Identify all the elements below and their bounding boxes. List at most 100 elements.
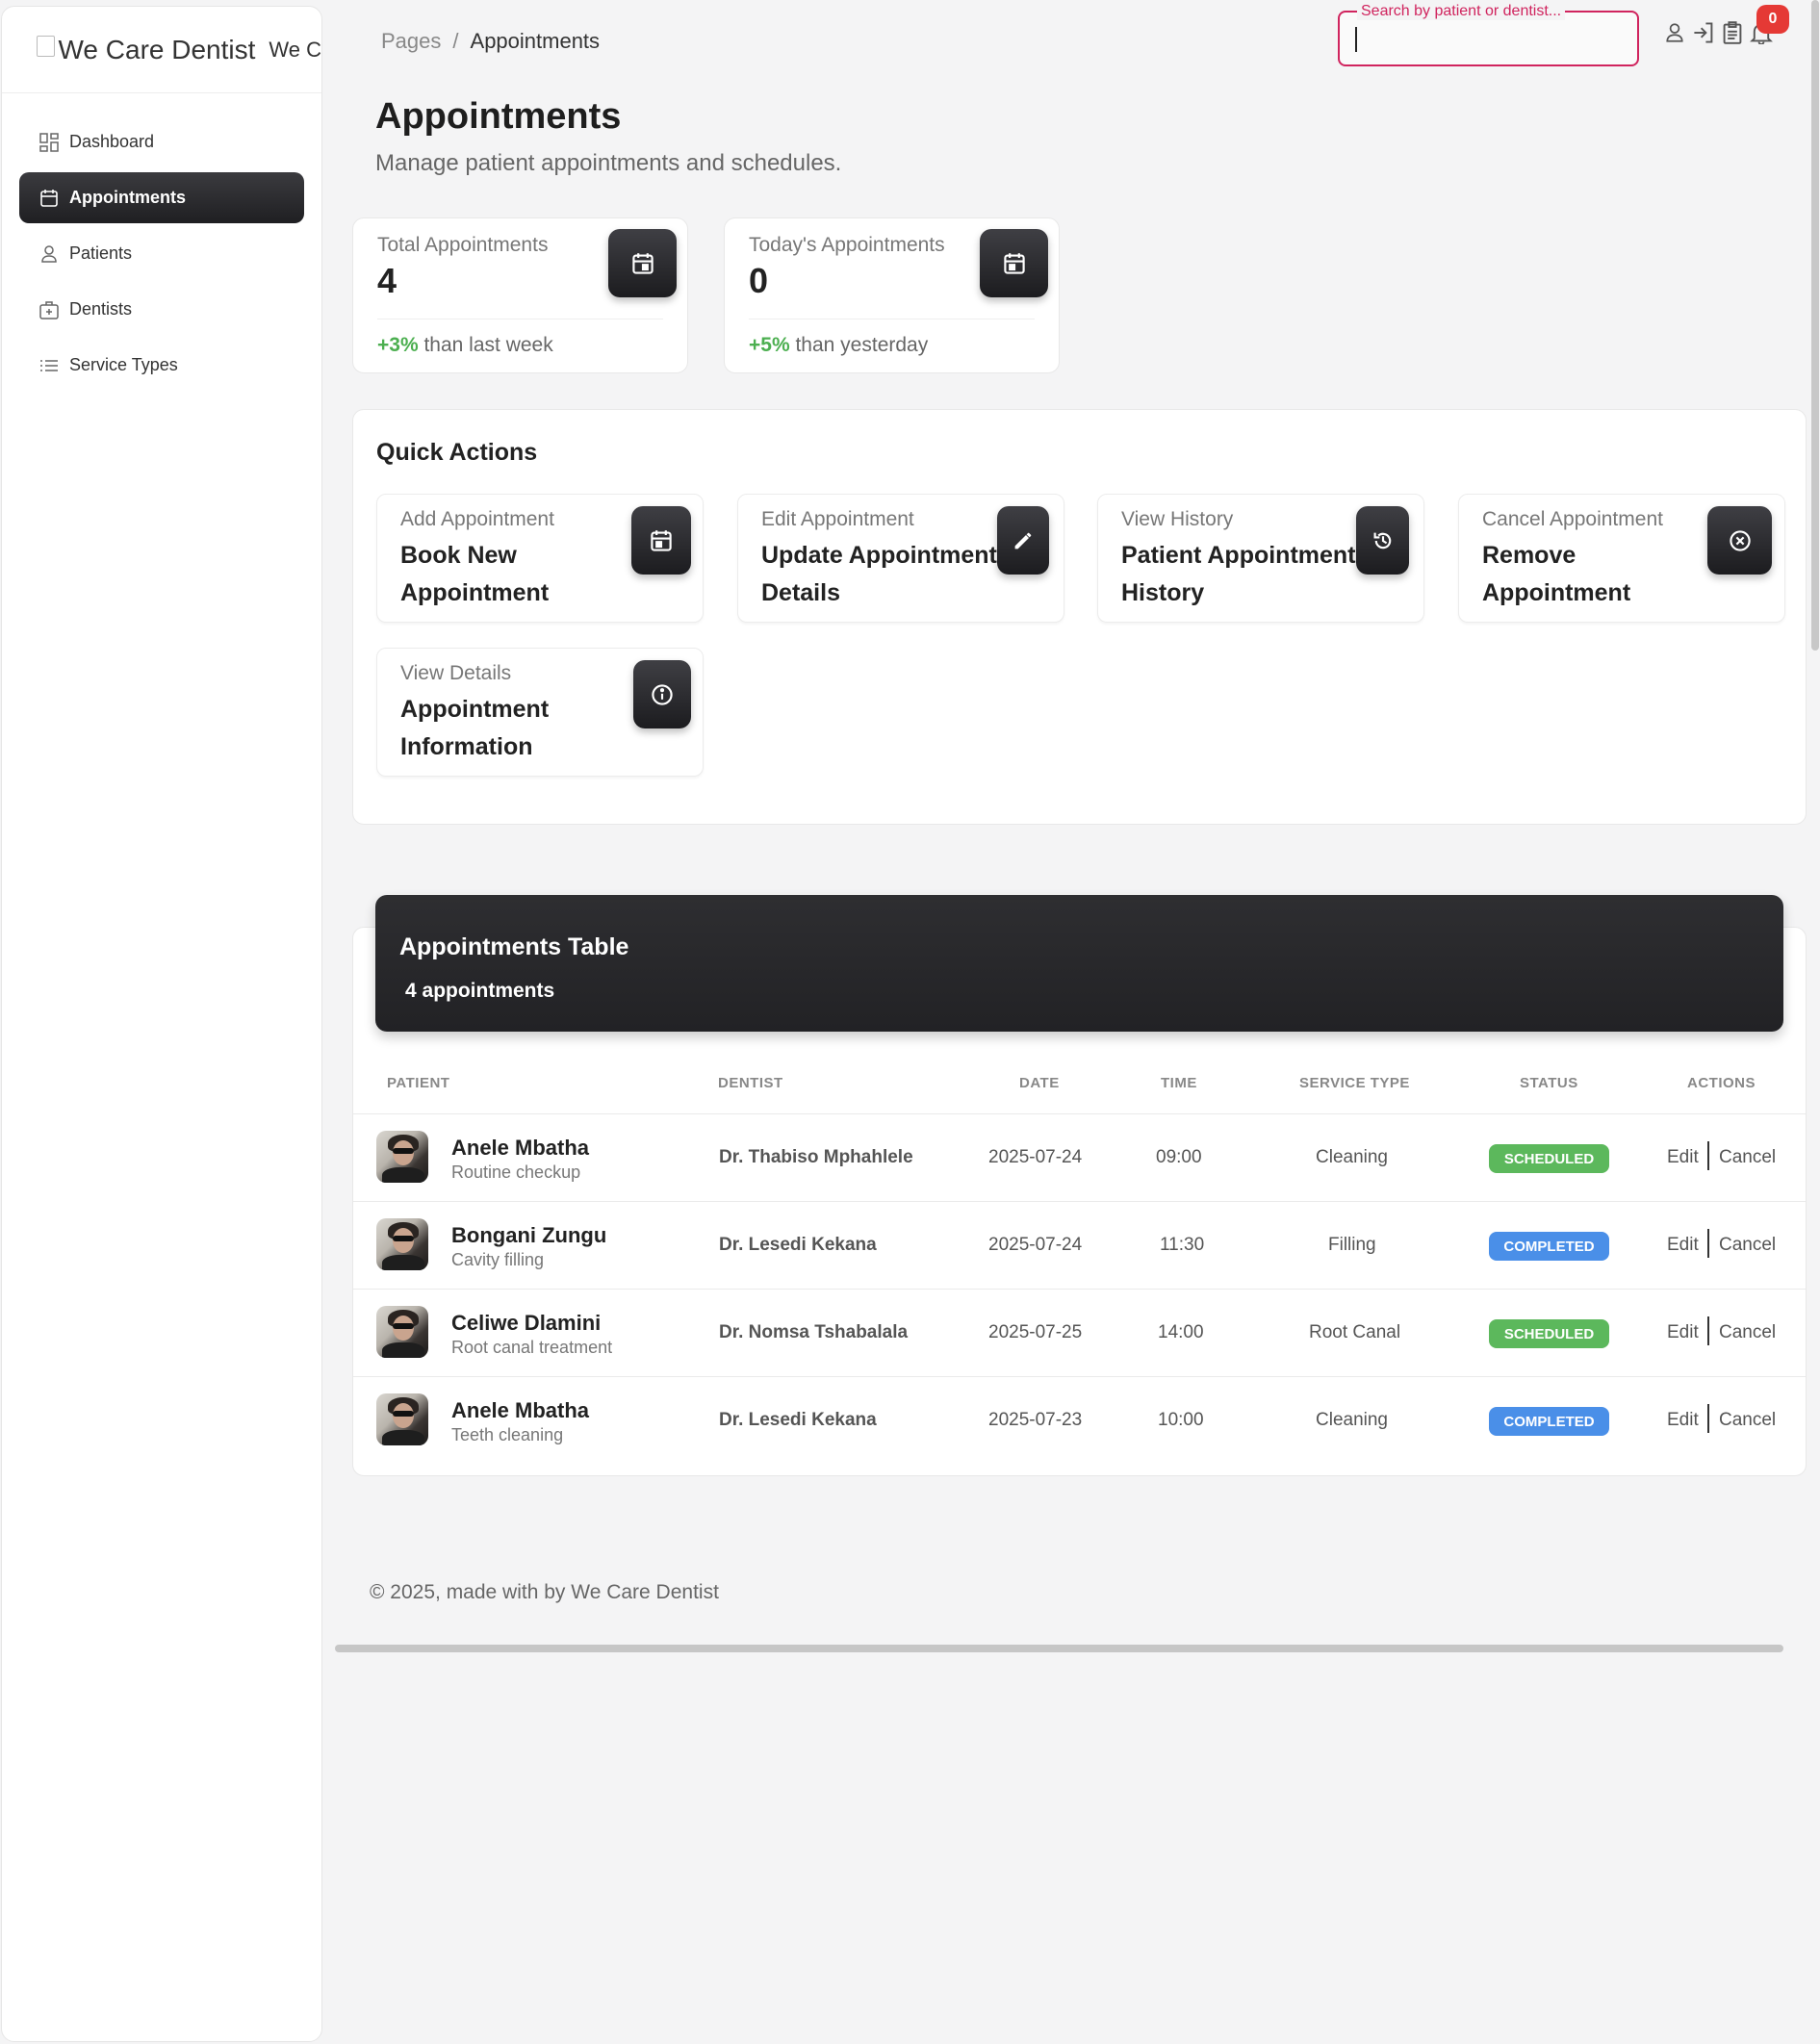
action-separator [1707, 1404, 1709, 1433]
dentist-name: Dr. Lesedi Kekana [719, 1410, 877, 1430]
avatar [376, 1218, 428, 1270]
breadcrumb-root[interactable]: Pages [381, 29, 441, 53]
column-header-time: TIME [1161, 1075, 1197, 1091]
table-header-card: Appointments Table 4 appointments [375, 895, 1783, 1032]
patient-description: Root canal treatment [451, 1338, 613, 1357]
appointment-date: 2025-07-24 [988, 1235, 1083, 1255]
stat-card-total: Total Appointments 4 +3% than last week [352, 217, 688, 373]
table-row: Anele Mbatha Routine checkup Dr. Thabiso… [353, 1114, 1806, 1201]
edit-link[interactable]: Edit [1667, 1322, 1699, 1343]
sidebar-item-dashboard[interactable]: Dashboard [19, 116, 304, 167]
column-header-dentist: DENTIST [718, 1075, 783, 1091]
appointment-date: 2025-07-23 [988, 1410, 1083, 1430]
dentist-name: Dr. Thabiso Mphahlele [719, 1147, 913, 1167]
stat-label: Today's Appointments [749, 234, 945, 256]
appointment-date: 2025-07-24 [988, 1147, 1083, 1167]
sidebar-nav: Dashboard Appointments Patients Dentists… [2, 116, 321, 391]
sidebar-item-label: Patients [69, 243, 133, 263]
quick-action-label: Add Appointment [400, 508, 554, 530]
avatar [376, 1306, 428, 1358]
service-type: Filling [1328, 1235, 1376, 1255]
edit-link[interactable]: Edit [1667, 1235, 1699, 1256]
account-icon[interactable] [1663, 19, 1686, 46]
cancel-link[interactable]: Cancel [1719, 1410, 1776, 1431]
stat-value: 4 [377, 261, 397, 300]
calendar-icon [608, 229, 677, 297]
quick-action-history[interactable]: View History Patient Appointment History [1097, 494, 1424, 623]
quick-action-label: View Details [400, 662, 512, 684]
appointment-date: 2025-07-25 [988, 1322, 1083, 1342]
quick-action-label: Cancel Appointment [1482, 508, 1663, 530]
sidebar-item-service-types[interactable]: Service Types [19, 340, 304, 391]
sidebar-item-label: Appointments [69, 188, 186, 207]
broken-image-icon [37, 35, 55, 57]
patient-description: Cavity filling [451, 1250, 545, 1269]
dashboard-icon [38, 132, 60, 153]
horizontal-scrollbar[interactable] [335, 1645, 1783, 1652]
vertical-scrollbar[interactable] [1811, 0, 1819, 651]
dentist-name: Dr. Nomsa Tshabalala [719, 1322, 909, 1342]
quick-actions-title: Quick Actions [376, 439, 538, 466]
sidebar: We Care Dentist We C Dashboard Appointme… [1, 6, 322, 2042]
quick-action-value: Remove Appointment [1482, 542, 1631, 606]
cancel-link[interactable]: Cancel [1719, 1147, 1776, 1168]
avatar [376, 1131, 428, 1183]
action-separator [1707, 1229, 1709, 1258]
quick-action-cancel[interactable]: Cancel Appointment Remove Appointment [1458, 494, 1785, 623]
service-type: Root Canal [1309, 1322, 1401, 1342]
appointment-time: 10:00 [1158, 1410, 1204, 1430]
quick-action-label: Edit Appointment [761, 508, 914, 530]
breadcrumb: Pages / Appointments [381, 29, 600, 54]
patient-name: Bongani Zungu [451, 1223, 607, 1247]
footer-text: © 2025, made with by We Care Dentist [370, 1581, 719, 1603]
status-badge: COMPLETED [1489, 1232, 1609, 1261]
calendar-icon [980, 229, 1048, 297]
cancel-link[interactable]: Cancel [1719, 1322, 1776, 1343]
stat-label: Total Appointments [377, 234, 549, 256]
brand-name: We C [269, 37, 321, 62]
stat-card-today: Today's Appointments 0 +5% than yesterda… [724, 217, 1060, 373]
sign-in-icon[interactable] [1692, 19, 1715, 46]
breadcrumb-separator: / [452, 29, 459, 53]
patient-name: Anele Mbatha [451, 1136, 590, 1160]
logo-alt-text: We Care Dentist [58, 34, 256, 64]
status-badge: SCHEDULED [1489, 1144, 1609, 1173]
quick-action-label: View History [1121, 508, 1234, 530]
calendar-add-icon [631, 506, 691, 575]
appointment-time: 14:00 [1158, 1322, 1204, 1342]
dentist-name: Dr. Lesedi Kekana [719, 1235, 877, 1255]
column-header-status: STATUS [1520, 1075, 1578, 1091]
appointment-time: 09:00 [1156, 1147, 1202, 1167]
cancel-link[interactable]: Cancel [1719, 1235, 1776, 1256]
table-row: Anele Mbatha Teeth cleaning Dr. Lesedi K… [353, 1377, 1806, 1464]
table-title: Appointments Table [399, 933, 629, 960]
edit-link[interactable]: Edit [1667, 1410, 1699, 1431]
info-icon [633, 660, 691, 728]
patient-name: Celiwe Dlamini [451, 1311, 602, 1335]
edit-link[interactable]: Edit [1667, 1147, 1699, 1168]
brand[interactable]: We Care Dentist We C [2, 7, 321, 93]
cancel-circle-icon [1707, 506, 1772, 575]
column-header-service-type: SERVICE TYPE [1299, 1075, 1410, 1091]
quick-actions-panel: Quick Actions Add Appointment Book New A… [352, 409, 1807, 825]
patient-name: Anele Mbatha [451, 1398, 590, 1422]
column-header-actions: ACTIONS [1687, 1075, 1756, 1091]
pencil-icon [997, 506, 1049, 575]
quick-action-details[interactable]: View Details Appointment Information [376, 648, 704, 777]
quick-action-value: Update Appointment Details [761, 542, 997, 606]
action-separator [1707, 1316, 1709, 1345]
stat-footer: +3% than last week [377, 334, 553, 357]
avatar [376, 1393, 428, 1445]
sidebar-item-patients[interactable]: Patients [19, 228, 304, 279]
search-label: Search by patient or dentist... [1357, 3, 1566, 20]
quick-action-value: Appointment Information [400, 696, 550, 760]
service-type: Cleaning [1316, 1410, 1388, 1430]
sidebar-item-appointments[interactable]: Appointments [19, 172, 304, 223]
quick-action-edit[interactable]: Edit Appointment Update Appointment Deta… [737, 494, 1064, 623]
sidebar-item-dentists[interactable]: Dentists [19, 284, 304, 335]
clipboard-icon[interactable] [1721, 19, 1744, 46]
sidebar-item-label: Service Types [69, 355, 178, 374]
calendar-icon [38, 188, 60, 209]
search-input[interactable]: Search by patient or dentist... [1338, 3, 1639, 66]
quick-action-add[interactable]: Add Appointment Book New Appointment [376, 494, 704, 623]
